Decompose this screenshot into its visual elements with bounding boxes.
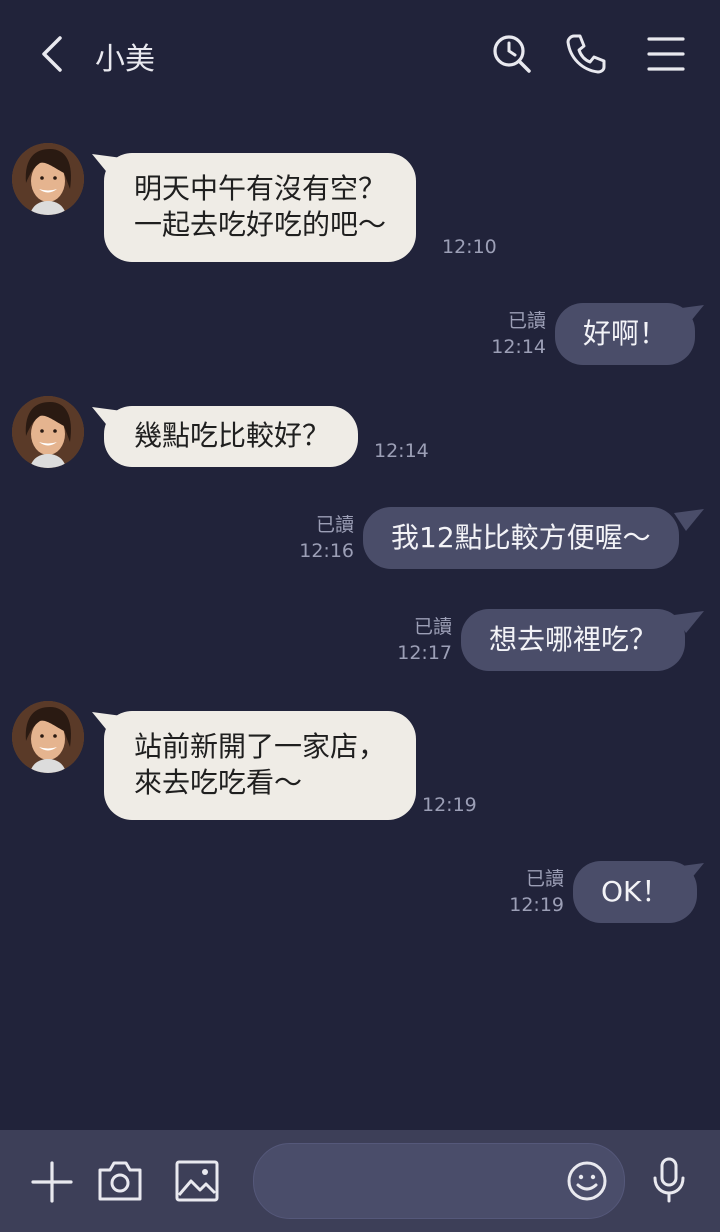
contact-avatar[interactable] bbox=[12, 143, 84, 215]
bubble-tail bbox=[674, 611, 704, 633]
message-line: 站前新開了一家店， bbox=[134, 730, 387, 763]
message-bubble-outgoing[interactable]: 我12點比較方便喔～ bbox=[363, 507, 679, 569]
message-line: 來去吃吃看～ bbox=[134, 766, 303, 799]
read-label: 已讀 bbox=[507, 310, 546, 332]
bubble-tail bbox=[674, 509, 704, 531]
phone-icon[interactable] bbox=[562, 30, 610, 78]
contact-avatar[interactable] bbox=[12, 396, 84, 468]
message-time: 12:14 bbox=[374, 440, 429, 462]
message-time: 12:19 bbox=[509, 894, 564, 916]
message-bubble-incoming[interactable]: 幾點吃比較好？ bbox=[104, 406, 359, 467]
camera-icon[interactable] bbox=[96, 1158, 144, 1204]
image-icon[interactable] bbox=[174, 1159, 220, 1203]
message-text: 我12點比較方便喔～ bbox=[391, 521, 651, 554]
chat-title: 小美 bbox=[95, 42, 155, 77]
menu-icon[interactable] bbox=[642, 30, 690, 78]
read-label: 已讀 bbox=[315, 514, 354, 536]
mic-icon[interactable] bbox=[650, 1156, 688, 1204]
bubble-tail bbox=[674, 305, 704, 327]
message-bubble-incoming[interactable]: 明天中午有沒有空？ 一起去吃好吃的吧～ bbox=[104, 153, 417, 262]
message-line: 一起去吃好吃的吧～ bbox=[134, 208, 387, 241]
bubble-tail bbox=[674, 863, 704, 885]
message-text: 好啊！ bbox=[583, 317, 668, 350]
message-line: 明天中午有沒有空？ bbox=[134, 172, 387, 205]
read-receipt: 已讀 12:16 bbox=[299, 512, 354, 564]
message-time: 12:14 bbox=[491, 336, 546, 358]
message-time: 12:17 bbox=[397, 642, 452, 664]
plus-icon[interactable] bbox=[30, 1160, 74, 1204]
read-label: 已讀 bbox=[525, 868, 564, 890]
back-icon[interactable] bbox=[30, 30, 74, 78]
message-text: OK！ bbox=[601, 875, 670, 908]
message-time: 12:10 bbox=[442, 236, 497, 258]
read-receipt: 已讀 12:19 bbox=[509, 866, 564, 918]
message-line: 幾點吃比較好？ bbox=[134, 419, 331, 452]
message-bubble-outgoing[interactable]: 想去哪裡吃？ bbox=[461, 609, 686, 671]
search-icon[interactable] bbox=[488, 30, 536, 78]
emoji-icon[interactable] bbox=[566, 1160, 608, 1202]
message-input-field[interactable] bbox=[280, 1158, 554, 1204]
message-time: 12:19 bbox=[422, 794, 477, 816]
message-input[interactable] bbox=[253, 1143, 625, 1219]
input-bar bbox=[0, 1130, 720, 1232]
message-time: 12:16 bbox=[299, 540, 354, 562]
read-receipt: 已讀 12:17 bbox=[397, 614, 452, 666]
read-label: 已讀 bbox=[413, 616, 452, 638]
message-text: 想去哪裡吃？ bbox=[489, 623, 658, 656]
read-receipt: 已讀 12:14 bbox=[491, 308, 546, 360]
chat-header: 小美 bbox=[0, 0, 720, 110]
message-bubble-incoming[interactable]: 站前新開了一家店， 來去吃吃看～ bbox=[104, 711, 417, 820]
contact-avatar[interactable] bbox=[12, 701, 84, 773]
